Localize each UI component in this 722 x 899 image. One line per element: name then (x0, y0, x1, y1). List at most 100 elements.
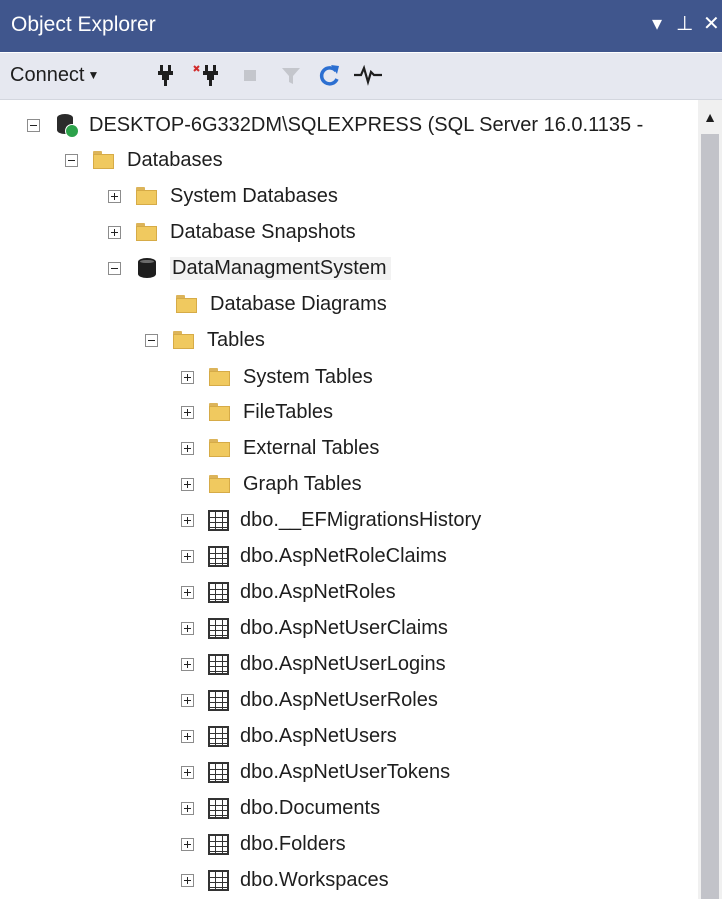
close-icon[interactable]: ✕ (703, 12, 720, 36)
collapse-toggle-icon[interactable] (27, 118, 40, 132)
folder-icon (92, 148, 116, 172)
stop-button[interactable] (242, 61, 258, 89)
tree-node-table[interactable]: dbo.AspNetUserRoles (181, 683, 438, 717)
tree-node-table[interactable]: dbo.__EFMigrationsHistory (181, 503, 481, 537)
tree-node-table[interactable]: dbo.Folders (181, 827, 346, 861)
window-position-dropdown-icon[interactable]: ▾ (652, 12, 662, 36)
tree-node-tables[interactable]: Tables (145, 323, 265, 357)
expand-toggle-icon[interactable] (181, 657, 194, 671)
table-icon (208, 762, 229, 783)
folder-icon (175, 292, 199, 316)
expand-toggle-icon[interactable] (181, 370, 194, 384)
scroll-up-icon[interactable]: ▲ (701, 104, 719, 130)
expand-toggle-icon[interactable] (181, 837, 194, 851)
table-icon (208, 834, 229, 855)
tree-node-label: dbo.AspNetUserRoles (240, 688, 438, 711)
tree-node-server[interactable]: DESKTOP-6G332DM\SQLEXPRESS (SQL Server 1… (27, 108, 643, 142)
expand-toggle-icon[interactable] (181, 549, 194, 563)
table-icon (208, 618, 229, 639)
tree-node-label: dbo.AspNetUsers (240, 724, 397, 747)
object-explorer-panel: Object Explorer ▾ ⊥ ✕ Connect ▼ ▲ DESKTO… (0, 0, 722, 899)
expand-toggle-icon[interactable] (181, 585, 194, 599)
folder-icon (208, 400, 232, 424)
tree-node-label: Databases (127, 148, 223, 171)
tree-node-label: dbo.Workspaces (240, 868, 389, 891)
tree-node-databases[interactable]: Databases (65, 143, 223, 177)
tree-node-label: dbo.Documents (240, 796, 381, 819)
folder-icon (208, 436, 232, 460)
expand-toggle-icon[interactable] (181, 801, 194, 815)
tree-node-filetables[interactable]: FileTables (181, 395, 333, 429)
expand-toggle-icon[interactable] (108, 189, 121, 203)
server-connected-icon (54, 113, 79, 138)
table-icon (208, 510, 229, 531)
tree-node-external-tables[interactable]: External Tables (181, 431, 379, 465)
tree-node-database[interactable]: DataManagmentSystem (108, 251, 391, 285)
tree-node-database-diagrams[interactable]: Database Diagrams (148, 287, 387, 321)
auto-hide-pin-icon[interactable]: ⊥ (676, 12, 693, 36)
activity-monitor-button[interactable] (353, 61, 383, 89)
table-icon (208, 870, 229, 891)
disconnect-icon (193, 65, 218, 86)
connect-object-explorer-icon (158, 65, 173, 86)
tree-node-table[interactable]: dbo.AspNetUserLogins (181, 647, 446, 681)
collapse-toggle-icon[interactable] (65, 153, 78, 167)
disconnect-button[interactable] (193, 61, 223, 89)
filter-button[interactable] (281, 61, 301, 89)
tree-node-table[interactable]: dbo.AspNetRoles (181, 575, 396, 609)
tree-node-database-snapshots[interactable]: Database Snapshots (108, 215, 356, 249)
tree-node-label: System Databases (170, 184, 338, 207)
tree-node-graph-tables[interactable]: Graph Tables (181, 467, 362, 501)
tree-node-system-databases[interactable]: System Databases (108, 179, 338, 213)
title-bar: Object Explorer ▾ ⊥ ✕ (0, 0, 722, 52)
collapse-toggle-icon[interactable] (145, 333, 158, 347)
expand-toggle-icon[interactable] (181, 513, 194, 527)
expand-toggle-icon[interactable] (181, 441, 194, 455)
expand-toggle-icon[interactable] (181, 729, 194, 743)
tree-node-label: dbo.AspNetRoles (240, 580, 396, 603)
tree-node-system-tables[interactable]: System Tables (181, 360, 373, 394)
database-icon (135, 256, 159, 280)
collapse-toggle-icon[interactable] (108, 261, 121, 275)
expand-toggle-icon[interactable] (181, 405, 194, 419)
tree-node-label: dbo.Folders (240, 832, 346, 855)
refresh-button[interactable] (318, 61, 342, 89)
tree-node-label: Database Diagrams (210, 292, 387, 315)
filter-icon (282, 68, 300, 84)
table-icon (208, 798, 229, 819)
folder-icon (135, 184, 159, 208)
folder-icon (172, 328, 196, 352)
tree-node-table[interactable]: dbo.Workspaces (181, 863, 389, 897)
tree-node-label: DataManagmentSystem (170, 256, 391, 280)
tree-node-label: dbo.AspNetRoleClaims (240, 544, 447, 567)
expand-toggle-icon[interactable] (181, 621, 194, 635)
tree-node-label: dbo.AspNetUserLogins (240, 652, 446, 675)
panel-title: Object Explorer (11, 13, 156, 36)
expand-toggle-icon[interactable] (181, 873, 194, 887)
tree-node-table[interactable]: dbo.Documents (181, 791, 380, 825)
expand-toggle-icon[interactable] (181, 477, 194, 491)
table-icon (208, 726, 229, 747)
expand-toggle-icon[interactable] (108, 225, 121, 239)
table-icon (208, 546, 229, 567)
tree-node-label: DESKTOP-6G332DM\SQLEXPRESS (SQL Server 1… (89, 113, 644, 136)
tree-node-table[interactable]: dbo.AspNetUserTokens (181, 755, 450, 789)
tree-node-label: Database Snapshots (170, 220, 356, 243)
no-toggle-spacer (148, 298, 161, 311)
activity-monitor-icon (354, 64, 382, 86)
table-icon (208, 582, 229, 603)
tree-node-label: dbo.AspNetUserClaims (240, 616, 448, 639)
folder-icon (135, 220, 159, 244)
tree-node-label: System Tables (243, 365, 373, 388)
connect-button[interactable]: Connect ▼ (10, 61, 99, 89)
connect-object-explorer-button[interactable] (156, 61, 176, 89)
tree-node-table[interactable]: dbo.AspNetUserClaims (181, 611, 448, 645)
tree-node-table[interactable]: dbo.AspNetUsers (181, 719, 397, 753)
folder-icon (208, 472, 232, 496)
expand-toggle-icon[interactable] (181, 765, 194, 779)
table-icon (208, 690, 229, 711)
table-icon (208, 654, 229, 675)
tree-node-table[interactable]: dbo.AspNetRoleClaims (181, 539, 447, 573)
scrollbar-thumb[interactable] (701, 134, 719, 899)
expand-toggle-icon[interactable] (181, 693, 194, 707)
